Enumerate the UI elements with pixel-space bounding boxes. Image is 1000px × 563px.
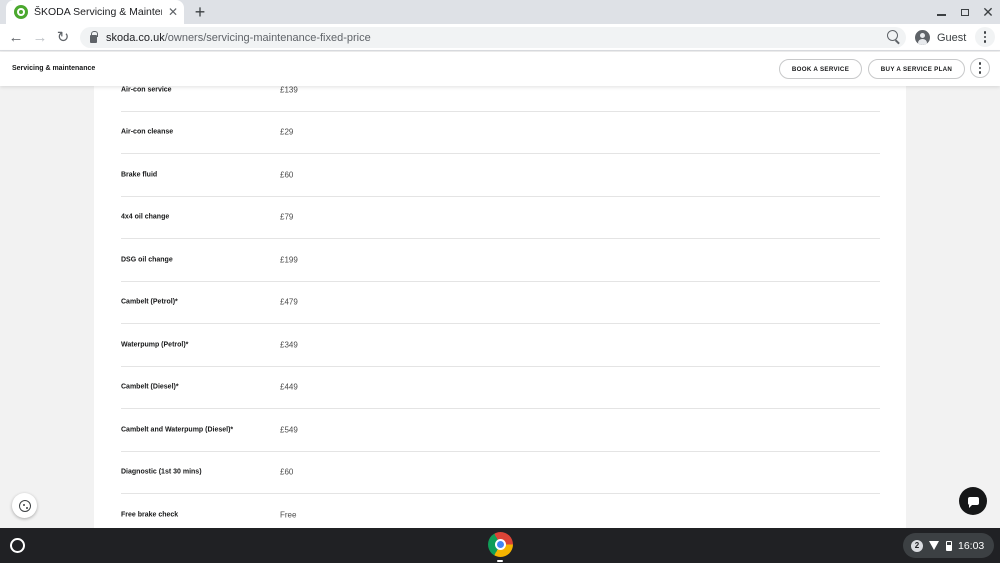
battery-icon: [946, 540, 952, 551]
tab-strip: ŠKODA Servicing & Maintenance ✕ + ✕: [0, 0, 1000, 24]
window-close-icon[interactable]: ✕: [980, 4, 996, 20]
chat-button[interactable]: [959, 487, 987, 515]
service-name: Free brake check: [121, 511, 179, 519]
maximize-icon[interactable]: [957, 4, 973, 20]
skoda-favicon-icon: [14, 5, 28, 19]
table-row: Air-con service £139: [121, 86, 880, 112]
new-tab-button[interactable]: +: [190, 2, 210, 22]
address-bar[interactable]: skoda.co.uk/owners/servicing-maintenance…: [80, 27, 906, 48]
status-tray[interactable]: 2 16:03: [903, 533, 994, 558]
url-text[interactable]: skoda.co.uk/owners/servicing-maintenance…: [106, 32, 371, 44]
page-title: Servicing & maintenance: [12, 65, 96, 72]
table-row: DSG oil change £199: [121, 239, 880, 282]
service-name: Cambelt and Waterpump (Diesel)*: [121, 426, 234, 434]
service-price: £199: [280, 255, 298, 265]
buy-service-plan-button[interactable]: BUY A SERVICE PLAN: [868, 59, 965, 79]
service-price: £79: [280, 212, 294, 222]
chat-icon: [967, 497, 979, 508]
service-price: Free: [280, 510, 297, 520]
service-name: Air-con service: [121, 86, 172, 94]
chrome-icon[interactable]: [488, 532, 513, 557]
browser-toolbar: ← → ↻ skoda.co.uk/owners/servicing-maint…: [0, 24, 1000, 51]
service-name: 4x4 oil change: [121, 213, 170, 221]
service-price: £29: [280, 127, 294, 137]
cookie-icon: [18, 499, 31, 512]
profile-button[interactable]: Guest: [912, 27, 970, 48]
wifi-icon: [929, 541, 940, 550]
service-price: £60: [280, 467, 294, 477]
service-price: £449: [280, 382, 298, 392]
service-price: £139: [280, 86, 298, 95]
service-name: Cambelt (Petrol)*: [121, 298, 178, 306]
table-row: Free brake check Free: [121, 494, 880, 528]
guest-avatar-icon: [915, 30, 930, 45]
forward-arrow-icon[interactable]: →: [30, 27, 50, 47]
os-shelf: 2 16:03: [0, 528, 1000, 563]
url-path: /owners/servicing-maintenance-fixed-pric…: [164, 31, 371, 44]
service-name: Waterpump (Petrol)*: [121, 341, 189, 349]
service-name: Diagnostic (1st 30 mins): [121, 468, 202, 476]
table-row: Cambelt and Waterpump (Diesel)* £549: [121, 409, 880, 452]
book-service-button[interactable]: BOOK A SERVICE: [779, 59, 862, 79]
service-name: Brake fluid: [121, 171, 158, 179]
zoom-icon[interactable]: [887, 30, 898, 41]
minimize-icon[interactable]: [933, 4, 949, 20]
profile-label: Guest: [937, 31, 967, 44]
service-price: £349: [280, 340, 298, 350]
page-subheader: Servicing & maintenance BOOK A SERVICE B…: [0, 52, 1000, 86]
table-row: Cambelt (Diesel)* £449: [121, 367, 880, 409]
table-row: Diagnostic (1st 30 mins) £60: [121, 452, 880, 494]
service-price: £60: [280, 170, 294, 180]
service-name: Cambelt (Diesel)*: [121, 383, 179, 391]
launcher-icon[interactable]: [10, 538, 25, 553]
tab-title: ŠKODA Servicing & Maintenance: [34, 6, 162, 18]
table-row: 4x4 oil change £79: [121, 197, 880, 239]
clock: 16:03: [958, 539, 985, 552]
browser-tab[interactable]: ŠKODA Servicing & Maintenance ✕: [6, 0, 184, 24]
lock-icon: [90, 30, 98, 43]
table-row: Brake fluid £60: [121, 154, 880, 197]
service-name: DSG oil change: [121, 256, 173, 264]
table-row: Waterpump (Petrol)* £349: [121, 324, 880, 367]
tab-close-icon[interactable]: ✕: [168, 6, 178, 18]
price-list: Air-con service £139 Air-con cleanse £29…: [94, 86, 906, 528]
table-row: Air-con cleanse £29: [121, 112, 880, 154]
service-price: £549: [280, 425, 298, 435]
service-price: £479: [280, 297, 298, 307]
cookie-settings-button[interactable]: [12, 493, 37, 518]
table-row: Cambelt (Petrol)* £479: [121, 282, 880, 324]
more-vert-icon[interactable]: [975, 27, 995, 47]
url-host: skoda.co.uk: [106, 31, 165, 44]
page-more-icon[interactable]: [970, 58, 990, 78]
service-name: Air-con cleanse: [121, 128, 174, 136]
active-app-indicator: [497, 560, 503, 562]
notification-count: 2: [911, 539, 923, 552]
back-arrow-icon[interactable]: ←: [6, 27, 26, 47]
reload-icon[interactable]: ↻: [53, 27, 73, 47]
